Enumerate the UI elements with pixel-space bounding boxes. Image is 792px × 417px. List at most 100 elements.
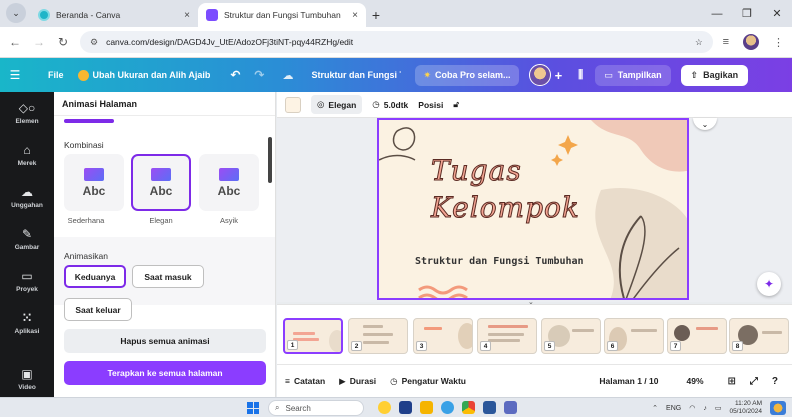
- wifi-icon[interactable]: ◠: [689, 404, 695, 412]
- close-window-icon[interactable]: ✕: [762, 0, 792, 27]
- resize-magic-button[interactable]: Ubah Ukuran dan Alih Ajaib: [77, 69, 211, 81]
- reload-icon[interactable]: ↻: [56, 35, 70, 49]
- redo-icon[interactable]: ↷: [254, 68, 264, 82]
- option-both[interactable]: Keduanya: [64, 265, 126, 288]
- page-filmstrip: 1 2 3 4 5 6 7 8: [277, 304, 792, 364]
- help-icon[interactable]: ?: [772, 376, 778, 387]
- notification-icon[interactable]: [770, 401, 786, 415]
- page-thumbnail[interactable]: 7: [667, 318, 727, 354]
- rail-label: Elemen: [15, 118, 39, 125]
- bookmark-star-icon[interactable]: ☆: [695, 37, 703, 48]
- rail-label: Unggahan: [11, 202, 43, 209]
- rail-item-apps[interactable]: ⁙ Aplikasi: [0, 302, 54, 344]
- rail-label: Proyek: [16, 286, 38, 293]
- panel-scrollbar[interactable]: [268, 137, 272, 183]
- slide-title-line2[interactable]: Kelompok: [431, 191, 580, 225]
- rail-item-projects[interactable]: ▭ Proyek: [0, 260, 54, 302]
- undo-icon[interactable]: ↶: [230, 68, 240, 82]
- zoom-level[interactable]: 49%: [686, 376, 703, 386]
- insights-icon[interactable]: ⫼: [578, 69, 583, 82]
- language-indicator[interactable]: ENG: [666, 405, 681, 412]
- tab-search-chevron-icon[interactable]: ⌄: [6, 3, 26, 23]
- canva-favicon-icon: [38, 9, 50, 21]
- timer-button[interactable]: ◷ Pengatur Waktu: [390, 376, 466, 387]
- restore-icon[interactable]: ❐: [732, 0, 762, 27]
- lock-icon[interactable]: 🔓︎: [453, 99, 459, 110]
- duration-button[interactable]: ◷ 5.0dtk: [372, 99, 408, 110]
- tab-close-icon[interactable]: ×: [352, 10, 358, 21]
- new-tab-button[interactable]: +: [366, 4, 386, 26]
- animation-option-fun[interactable]: Abc: [199, 154, 259, 211]
- app-icon[interactable]: [399, 401, 412, 414]
- site-info-icon[interactable]: ⚙: [90, 37, 98, 48]
- slide-title-line1[interactable]: Tugas: [431, 154, 522, 188]
- taskbar-apps: [378, 401, 517, 414]
- rail-item-brand[interactable]: ⌂ Merek: [0, 134, 54, 176]
- share-button[interactable]: ⇧ Bagikan: [680, 64, 749, 86]
- windows-start-icon[interactable]: [247, 402, 259, 414]
- profile-avatar[interactable]: [743, 34, 759, 50]
- fullscreen-icon[interactable]: ⤢: [750, 376, 758, 387]
- apply-to-all-pages-button[interactable]: Terapkan ke semua halaman: [64, 361, 266, 385]
- folder-app-icon[interactable]: [420, 401, 433, 414]
- play-icon: ▶: [339, 375, 346, 386]
- user-avatar[interactable]: [528, 64, 551, 86]
- animation-option-elegant[interactable]: Abc: [131, 154, 191, 211]
- page-thumbnail[interactable]: 4: [477, 318, 537, 354]
- background-color-swatch[interactable]: [285, 96, 301, 113]
- edge-app-icon[interactable]: [441, 401, 454, 414]
- option-on-exit[interactable]: Saat keluar: [64, 298, 132, 321]
- grid-view-icon[interactable]: ⊞: [728, 376, 736, 387]
- clock[interactable]: 11:20 AM 05/10/2024: [729, 400, 762, 416]
- page-thumbnail[interactable]: 6: [604, 318, 664, 354]
- position-button[interactable]: Posisi: [418, 100, 443, 110]
- page-thumbnail[interactable]: 3: [413, 318, 473, 354]
- minimize-icon[interactable]: —: [702, 0, 732, 27]
- page-number: 2: [351, 341, 362, 351]
- url-field[interactable]: ⚙ canva.com/design/DAGD4Jv_UtE/AdozOFj3t…: [80, 31, 713, 53]
- extensions-icon[interactable]: ≡: [723, 36, 729, 48]
- word-app-icon[interactable]: [483, 401, 496, 414]
- tab-canva-home[interactable]: Beranda - Canva ×: [30, 3, 198, 27]
- animation-option-simple[interactable]: Abc: [64, 154, 124, 211]
- taskbar-search[interactable]: ⌕ Search: [268, 400, 364, 416]
- rail-item-uploads[interactable]: ☁ Unggahan: [0, 176, 54, 218]
- try-pro-button[interactable]: ✷ Coba Pro selam...: [415, 64, 519, 86]
- peach-blob-shape: [591, 120, 687, 172]
- file-menu[interactable]: File: [48, 70, 64, 80]
- animation-name: Asyik: [220, 216, 238, 225]
- add-collaborator-icon[interactable]: +: [555, 68, 563, 83]
- tray-chevron-icon[interactable]: ⌃: [652, 404, 658, 412]
- notes-button[interactable]: ≡ Catatan: [285, 376, 325, 386]
- back-icon[interactable]: ←: [8, 35, 22, 49]
- store-app-icon[interactable]: [504, 401, 517, 414]
- animation-button[interactable]: ◎ Elegan: [311, 95, 363, 114]
- document-title[interactable]: Struktur dan Fungsi T...: [311, 70, 401, 80]
- slide-canvas[interactable]: Tugas Kelompok Struktur dan Fungsi Tumbu…: [377, 118, 689, 300]
- chrome-app-icon[interactable]: [462, 401, 475, 414]
- hamburger-menu-icon[interactable]: ☰: [0, 68, 30, 82]
- duration-footer-button[interactable]: ▶ Durasi: [339, 376, 376, 387]
- remove-all-animations-button[interactable]: Hapus semua animasi: [64, 329, 266, 353]
- kebab-menu-icon[interactable]: ⋮: [773, 36, 784, 49]
- page-thumbnail[interactable]: 5: [541, 318, 601, 354]
- present-button[interactable]: ▭ Tampilkan: [595, 64, 671, 86]
- app-icon[interactable]: [378, 401, 391, 414]
- tab-close-icon[interactable]: ×: [184, 10, 190, 21]
- slide-subtitle[interactable]: Struktur dan Fungsi Tumbuhan: [415, 256, 584, 267]
- page-thumbnail[interactable]: 2: [348, 318, 408, 354]
- page-thumbnail[interactable]: 8: [729, 318, 789, 354]
- magic-assistant-button[interactable]: ✦: [757, 272, 781, 296]
- branch-shape: [379, 154, 416, 161]
- tab-design[interactable]: Struktur dan Fungsi Tumbuhan ×: [198, 3, 366, 27]
- battery-icon[interactable]: ▭: [715, 404, 722, 412]
- volume-icon[interactable]: ♪: [703, 405, 707, 412]
- rail-item-video[interactable]: ▣ Video: [0, 358, 54, 400]
- page-number: 6: [607, 341, 618, 351]
- rail-item-elements[interactable]: ◇○ Elemen: [0, 92, 54, 134]
- page-thumbnail[interactable]: 1: [283, 318, 343, 354]
- resize-label: Ubah Ukuran dan Alih Ajaib: [92, 70, 211, 80]
- rail-item-draw[interactable]: ✎ Gambar: [0, 218, 54, 260]
- option-on-enter[interactable]: Saat masuk: [132, 265, 204, 288]
- forward-icon[interactable]: →: [32, 35, 46, 49]
